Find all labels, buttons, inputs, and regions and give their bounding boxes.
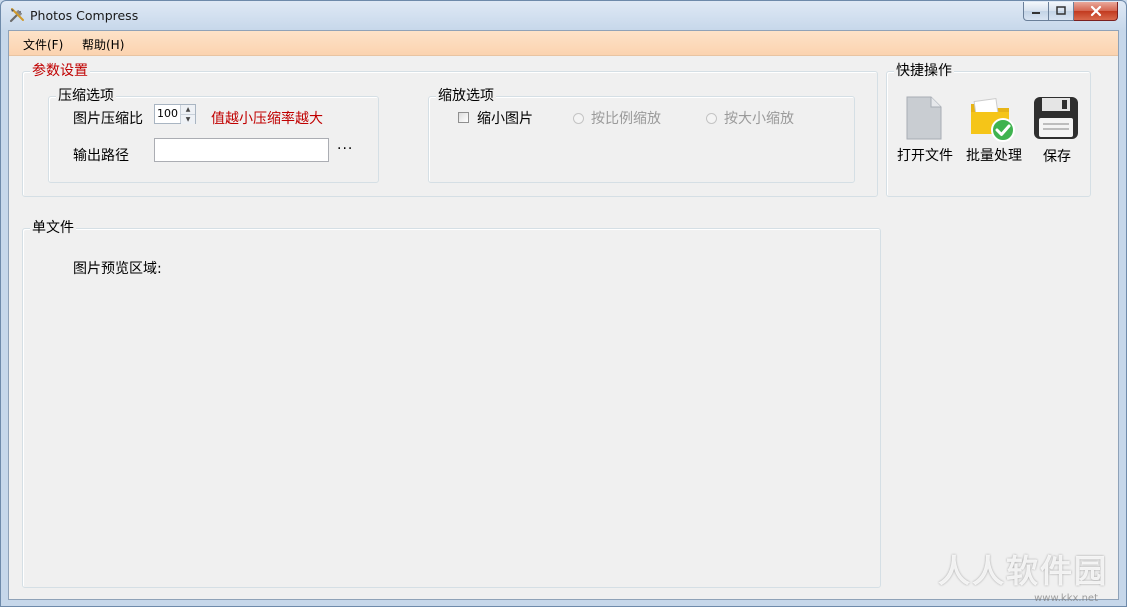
save-label: 保存	[1043, 149, 1071, 165]
compress-options-group: 压缩选项 图片压缩比 100 ▲ ▼ 值越小压缩率越大 输出路径 ···	[48, 88, 379, 183]
menu-bar: 文件(F) 帮助(H)	[9, 31, 1118, 56]
stepper-down-icon[interactable]: ▼	[181, 114, 195, 124]
params-group: 参数设置 压缩选项 图片压缩比 100 ▲ ▼ 值越小压缩率越大 输出路径 ··…	[22, 63, 878, 197]
folder-check-icon	[971, 97, 1015, 142]
quick-actions-group: 快捷操作 打开文件 批量处理 保存	[886, 63, 1091, 197]
compress-group-title: 压缩选项	[56, 88, 116, 104]
maximize-icon	[1056, 6, 1066, 15]
compress-hint: 值越小压缩率越大	[211, 111, 323, 127]
client-area: 文件(F) 帮助(H) 参数设置 压缩选项 图片压缩比 100 ▲ ▼ 值越小压…	[8, 30, 1119, 600]
quick-actions-title: 快捷操作	[894, 63, 954, 79]
minimize-button[interactable]	[1023, 2, 1049, 21]
save-button[interactable]: 保存	[1033, 88, 1089, 168]
output-path-input[interactable]	[154, 138, 329, 162]
open-file-button[interactable]: 打开文件	[887, 88, 963, 168]
maximize-button[interactable]	[1049, 2, 1074, 21]
stepper-buttons[interactable]: ▲ ▼	[180, 105, 195, 124]
scale-by-ratio-label: 按比例缩放	[591, 111, 661, 127]
floppy-disk-icon	[1034, 97, 1078, 139]
shrink-image-label: 缩小图片	[477, 111, 533, 127]
scale-by-size-radio[interactable]	[706, 113, 717, 124]
watermark-text: 人人软件园	[937, 552, 1108, 590]
tools-icon	[9, 8, 24, 23]
stepper-up-icon[interactable]: ▲	[181, 105, 195, 114]
scale-by-size-label: 按大小缩放	[724, 111, 794, 127]
close-icon	[1090, 5, 1101, 17]
params-group-title: 参数设置	[30, 63, 90, 79]
browse-button[interactable]: ···	[337, 141, 353, 157]
window-title: Photos Compress	[30, 8, 139, 23]
watermark-url: www.kkx.net	[1034, 593, 1098, 604]
batch-process-button[interactable]: 批量处理	[963, 88, 1033, 168]
scale-group-title: 缩放选项	[436, 88, 496, 104]
open-file-label: 打开文件	[897, 148, 953, 164]
caption-buttons	[1023, 2, 1118, 21]
scale-by-ratio-radio[interactable]	[573, 113, 584, 124]
single-file-group: 单文件 图片预览区域:	[22, 220, 881, 588]
compress-ratio-label: 图片压缩比	[73, 111, 143, 127]
scale-options-group: 缩放选项 缩小图片 按比例缩放 按大小缩放	[428, 88, 855, 183]
close-button[interactable]	[1074, 2, 1118, 21]
menu-file[interactable]: 文件(F)	[23, 36, 63, 53]
batch-process-label: 批量处理	[966, 148, 1022, 164]
compress-ratio-stepper[interactable]: 100 ▲ ▼	[154, 104, 196, 124]
shrink-image-checkbox[interactable]	[458, 112, 469, 123]
compress-ratio-value: 100	[157, 107, 178, 120]
minimize-icon	[1032, 12, 1040, 14]
title-bar[interactable]: Photos Compress	[1, 1, 1126, 30]
output-path-label: 输出路径	[73, 148, 129, 164]
single-file-title: 单文件	[30, 220, 76, 236]
menu-help[interactable]: 帮助(H)	[82, 36, 124, 53]
preview-area-label: 图片预览区域:	[73, 261, 162, 277]
file-icon	[906, 96, 942, 140]
app-window: Photos Compress 文件(F) 帮助(H) 参数设置 压缩选项 图片…	[0, 0, 1127, 607]
